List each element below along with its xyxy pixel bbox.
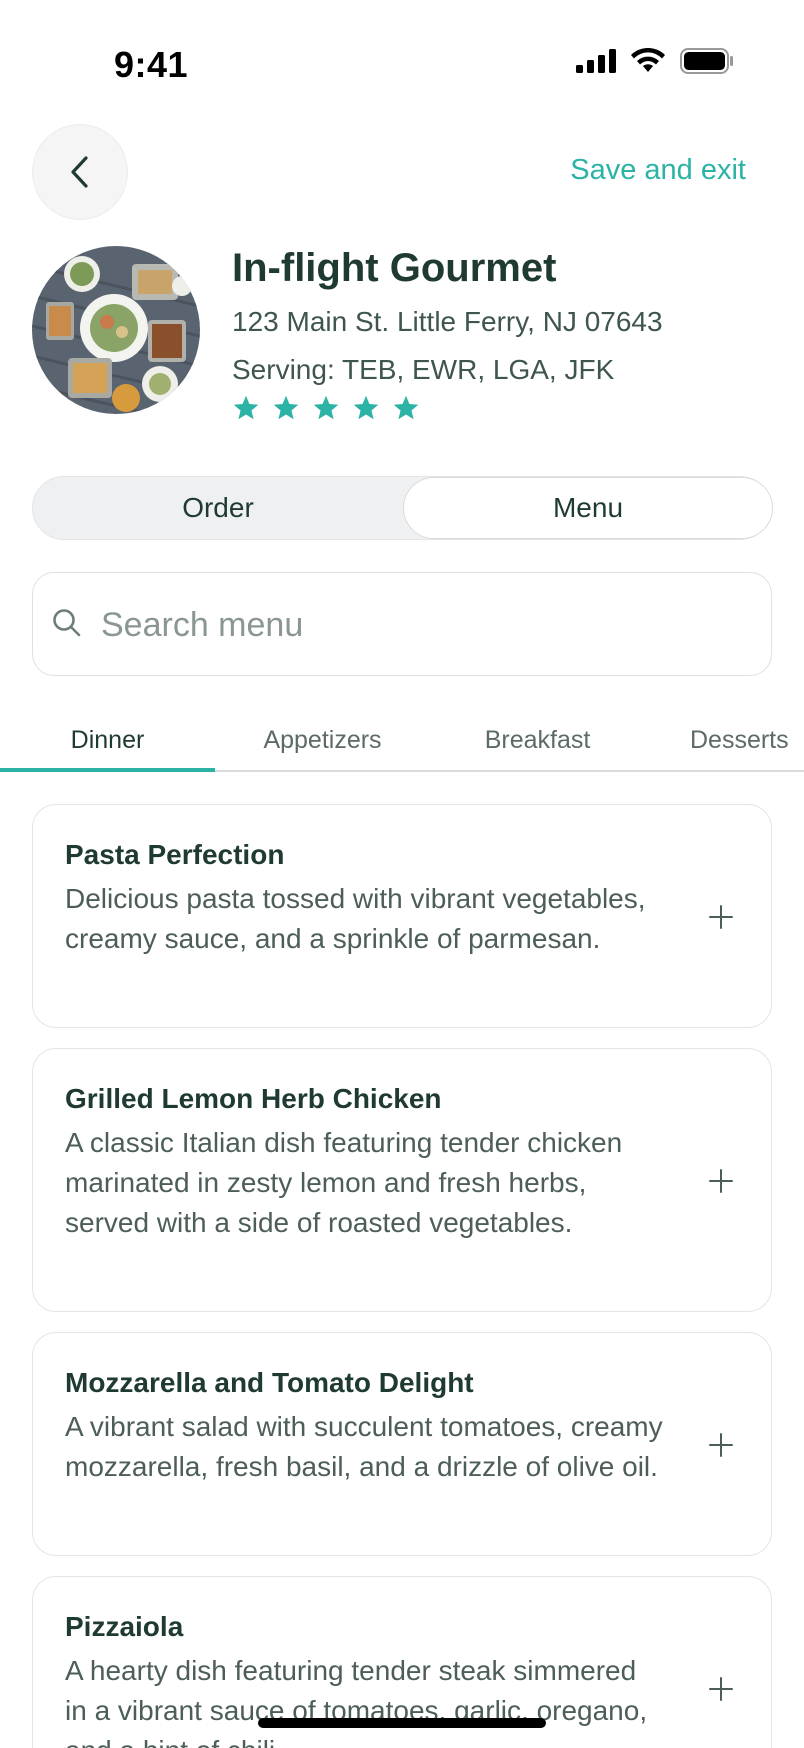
status-icons [576,48,734,74]
vendor-name: In-flight Gourmet [232,246,557,290]
vendor-avatar [32,246,200,414]
star-icon [353,395,379,420]
segment-order[interactable]: Order [33,477,403,539]
add-item-button[interactable] [703,1427,739,1463]
active-tab-indicator [0,768,215,772]
back-button[interactable] [32,124,128,220]
top-nav: Save and exit [0,124,804,220]
vendor-address: 123 Main St. Little Ferry, NJ 07643 [232,306,663,337]
menu-item-name: Pizzaiola [65,1611,184,1642]
plus-icon [709,905,733,929]
add-item-button[interactable] [703,899,739,935]
menu-item-description: A hearty dish featuring tender steak sim… [65,1655,648,1748]
chevron-left-icon [71,156,88,188]
add-item-button[interactable] [703,1671,739,1707]
vendor-serving-airports: Serving: TEB, EWR, LGA, JFK [232,354,615,385]
tab-breakfast[interactable]: Breakfast [430,726,645,770]
menu-item-description: A vibrant salad with succulent tomatoes,… [65,1411,663,1482]
menu-item-description: Delicious pasta tossed with vibrant vege… [65,883,646,954]
star-icon [393,395,419,420]
plus-icon [709,1677,733,1701]
rating-stars [232,394,420,422]
plus-icon [709,1169,733,1193]
status-bar: 9:41 [0,0,804,120]
star-icon [233,395,259,420]
tab-desserts[interactable]: Desserts [690,726,804,770]
star-icon [313,395,339,420]
star-icon [273,395,299,420]
segment-menu[interactable]: Menu [403,477,773,539]
add-item-button[interactable] [703,1163,739,1199]
vendor-header: In-flight Gourmet 123 Main St. Little Fe… [0,246,804,436]
menu-item-card[interactable]: Grilled Lemon Herb Chicken A classic Ita… [32,1048,772,1312]
menu-item-card[interactable]: Mozzarella and Tomato Delight A vibrant … [32,1332,772,1556]
order-menu-segmented-control: Order Menu [32,476,773,540]
search-input[interactable] [101,601,741,649]
menu-item-description: A classic Italian dish featuring tender … [65,1127,623,1238]
menu-item-name: Grilled Lemon Herb Chicken [65,1083,442,1114]
search-box [32,572,772,676]
search-icon [53,609,81,637]
tab-dinner[interactable]: Dinner [0,726,215,770]
battery-icon [680,48,733,74]
menu-item-name: Pasta Perfection [65,839,285,870]
tab-appetizers[interactable]: Appetizers [215,726,430,770]
menu-item-name: Mozzarella and Tomato Delight [65,1367,474,1398]
wifi-icon [631,48,665,72]
menu-item-card[interactable]: Pasta Perfection Delicious pasta tossed … [32,804,772,1028]
home-indicator [258,1718,546,1728]
category-tabs: Dinner Appetizers Breakfast Desserts [0,718,804,772]
plus-icon [709,1433,733,1457]
save-and-exit-link[interactable]: Save and exit [570,154,746,187]
status-time: 9:41 [114,44,189,85]
signal-icon [576,49,616,73]
